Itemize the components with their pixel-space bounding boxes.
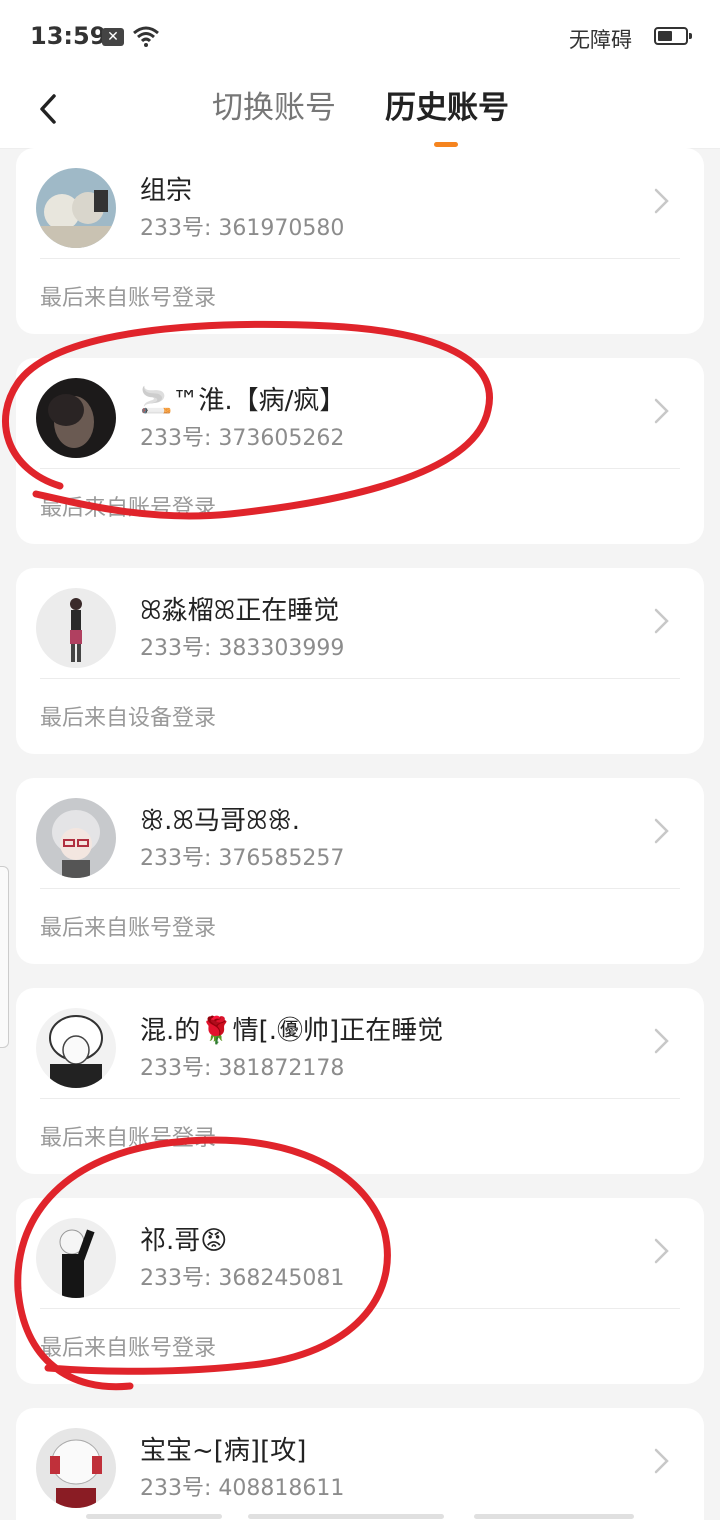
account-uid: 233号: 381872178: [140, 1056, 345, 1081]
account-uid: 233号: 376585257: [140, 846, 345, 871]
account-uid: 233号: 361970580: [140, 216, 345, 241]
chevron-right-icon: [654, 818, 669, 844]
active-tab-indicator: [434, 142, 458, 147]
account-uid: 233号: 368245081: [140, 1266, 345, 1291]
top-header: 切换账号 历史账号: [0, 74, 720, 149]
chevron-right-icon: [654, 188, 669, 214]
account-name: ꕤ淼榴ꕤ正在睡觉: [140, 596, 340, 626]
login-source: 最后来自账号登录: [40, 1126, 217, 1151]
divider: [40, 678, 680, 679]
status-time: 13:59: [30, 22, 107, 50]
account-name: 祁.哥😡: [140, 1226, 228, 1256]
avatar: [36, 378, 116, 458]
divider: [40, 888, 680, 889]
login-source: 最后来自设备登录: [40, 706, 217, 731]
login-source: 最后来自账号登录: [40, 286, 217, 311]
account-card[interactable]: 宝宝~[病][攻] 233号: 408818611: [16, 1408, 704, 1520]
account-name: 混.的🌹情[.㊝帅]正在睡觉: [140, 1016, 444, 1046]
wifi-icon: [133, 26, 159, 47]
bottom-edge-lines: [0, 1514, 720, 1520]
account-card[interactable]: 组宗 233号: 361970580 最后来自账号登录: [16, 148, 704, 334]
account-uid: 233号: 373605262: [140, 426, 345, 451]
accessibility-label: 无障碍: [569, 28, 632, 52]
account-card[interactable]: ꕤ淼榴ꕤ正在睡觉 233号: 383303999 最后来自设备登录: [16, 568, 704, 754]
account-card[interactable]: 混.的🌹情[.㊝帅]正在睡觉 233号: 381872178 最后来自账号登录: [16, 988, 704, 1174]
account-card[interactable]: 🚬™淮.【病/疯】 233号: 373605262 最后来自账号登录: [16, 358, 704, 544]
chevron-right-icon: [654, 1448, 669, 1474]
account-name: 组宗: [140, 176, 193, 206]
divider: [40, 258, 680, 259]
chevron-right-icon: [654, 398, 669, 424]
avatar: [36, 168, 116, 248]
tab-history-account[interactable]: 历史账号: [385, 82, 509, 127]
account-name: ꕥ.ꕤ马哥ꕤꕥ.: [140, 806, 301, 836]
tab-switch-account[interactable]: 切换账号: [212, 82, 336, 127]
divider: [40, 468, 680, 469]
account-card[interactable]: 祁.哥😡 233号: 368245081 最后来自账号登录: [16, 1198, 704, 1384]
avatar: [36, 798, 116, 878]
avatar: [36, 1428, 116, 1508]
avatar: [36, 1218, 116, 1298]
login-source: 最后来自账号登录: [40, 496, 217, 521]
status-bar: 13:59 ✕ 无障碍: [0, 0, 720, 74]
divider: [40, 1308, 680, 1309]
account-name: 宝宝~[病][攻]: [140, 1436, 307, 1466]
avatar: [36, 1008, 116, 1088]
battery-icon: [654, 27, 692, 45]
avatar: [36, 588, 116, 668]
account-uid: 233号: 408818611: [140, 1476, 345, 1501]
account-list: 组宗 233号: 361970580 最后来自账号登录 🚬™淮.【病/疯】 23…: [0, 148, 720, 1520]
account-card[interactable]: ꕥ.ꕤ马哥ꕤꕥ. 233号: 376585257 最后来自账号登录: [16, 778, 704, 964]
notification-icon: ✕: [102, 28, 124, 46]
back-arrow-icon[interactable]: [30, 84, 70, 134]
login-source: 最后来自账号登录: [40, 1336, 217, 1361]
account-name: 🚬™淮.【病/疯】: [140, 386, 346, 416]
divider: [40, 1098, 680, 1099]
chevron-right-icon: [654, 608, 669, 634]
chevron-right-icon: [654, 1028, 669, 1054]
chevron-right-icon: [654, 1238, 669, 1264]
login-source: 最后来自账号登录: [40, 916, 217, 941]
edge-handle[interactable]: [0, 866, 9, 1048]
account-uid: 233号: 383303999: [140, 636, 345, 661]
